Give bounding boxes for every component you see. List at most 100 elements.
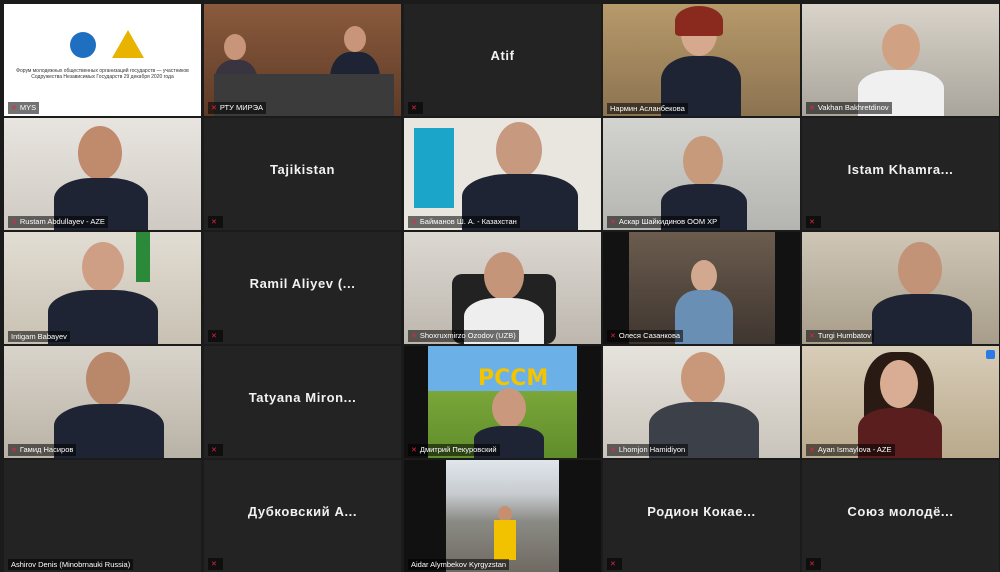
forum-logo (112, 30, 144, 58)
participant-label: ✕ Олеся Сазанкова (607, 330, 684, 342)
participant-tile[interactable]: ✕ Ayan Ismaylova - AZE (802, 346, 999, 458)
mic-muted-icon: ✕ (411, 447, 417, 454)
participant-tile[interactable]: Ramil Aliyev (... ✕ (204, 232, 401, 344)
participant-tile[interactable]: Дубковский А... ✕ (204, 460, 401, 572)
participant-label: ✕ Ayan Ismaylova - AZE (806, 444, 895, 456)
participant-label: Intigam Babayev (8, 331, 70, 342)
participant-label: ✕ Shoxruxmirzo Ozodov (UZB) (408, 330, 519, 342)
participant-tile[interactable]: ✕ Shoxruxmirzo Ozodov (UZB) (404, 232, 601, 344)
participant-label: ✕ Vakhan Bakhretdinov (806, 102, 892, 114)
video-feed (802, 232, 999, 344)
participant-label: ✕ (208, 444, 223, 456)
participant-label: ✕ (607, 558, 622, 570)
participant-name: Istam Khamra... (847, 162, 954, 177)
participant-label: ✕ Байманов Ш. А. - Казахстан (408, 216, 520, 228)
mic-muted-icon: ✕ (411, 219, 417, 226)
participant-tile[interactable]: ✕ Олеся Сазанкова (603, 232, 800, 344)
participant-name: Atif (490, 48, 515, 63)
participant-name: Ramil Aliyev (... (249, 276, 356, 291)
participant-label: ✕ Lhomjon Hamidiyon (607, 444, 689, 456)
mic-muted-icon: ✕ (11, 447, 17, 454)
video-feed (802, 4, 999, 116)
participant-label: ✕ РТУ МИРЭА (208, 102, 267, 114)
participant-tile[interactable]: ✕ Байманов Ш. А. - Казахстан (404, 118, 601, 230)
rssm-logo-text: РССМ (478, 366, 549, 391)
participant-tile[interactable]: Союз молодё... ✕ (802, 460, 999, 572)
video-feed (603, 4, 800, 116)
video-feed: РССМ (404, 346, 601, 458)
mic-muted-icon: ✕ (809, 447, 815, 454)
participant-label: ✕ (208, 330, 223, 342)
mic-muted-icon: ✕ (610, 561, 616, 568)
video-feed (802, 346, 999, 458)
cis-logo (70, 32, 96, 58)
participant-name: Союз молодё... (847, 504, 954, 519)
participant-label: ✕ Turgi Humbatov (806, 330, 874, 342)
video-feed (404, 232, 601, 344)
video-feed (404, 460, 601, 572)
participant-tile[interactable]: Родион Кокае... ✕ (603, 460, 800, 572)
mic-muted-icon: ✕ (411, 105, 417, 112)
participant-label: ✕ Rustam Abdullayev - AZE (8, 216, 108, 228)
participant-label: Aidar Alymbekov Kyrgyzstan (408, 559, 510, 570)
video-feed (603, 118, 800, 230)
participant-tile[interactable]: ✕ Vakhan Bakhretdinov (802, 4, 999, 116)
video-feed (603, 346, 800, 458)
tile-options-button[interactable] (986, 350, 995, 359)
participant-tile[interactable]: Atif ✕ (404, 4, 601, 116)
video-feed (204, 4, 401, 116)
participant-tile[interactable]: ✕ Turgi Humbatov (802, 232, 999, 344)
mic-muted-icon: ✕ (211, 219, 217, 226)
participant-name: Tajikistan (269, 162, 335, 177)
mic-muted-icon: ✕ (211, 105, 217, 112)
participant-label: ✕ Аскар Шайкидинов ООМ ХР (607, 216, 721, 228)
mic-muted-icon: ✕ (11, 105, 17, 112)
participant-tile[interactable]: Tajikistan ✕ (204, 118, 401, 230)
participant-tile-mys[interactable]: Форум молодежных общественных организаци… (4, 4, 201, 116)
mic-muted-icon: ✕ (11, 219, 17, 226)
video-feed (404, 118, 601, 230)
participant-label: Ashirov Denis (Minobrnauki Russia) (8, 559, 134, 570)
video-grid: Форум молодежных общественных организаци… (0, 0, 1000, 572)
participant-label: ✕ (208, 558, 223, 570)
video-feed (4, 232, 201, 344)
mic-muted-icon: ✕ (211, 333, 217, 340)
participant-name: Tatyana Miron... (248, 390, 357, 405)
kazakhstan-flag (414, 128, 454, 208)
participant-label: ✕ Гамид Насиров (8, 444, 77, 456)
video-feed (4, 346, 201, 458)
mic-muted-icon: ✕ (610, 447, 616, 454)
participant-tile[interactable]: Intigam Babayev (4, 232, 201, 344)
mic-muted-icon: ✕ (610, 219, 616, 226)
participant-name: Родион Кокае... (647, 504, 756, 519)
participant-tile[interactable]: ✕ Аскар Шайкидинов ООМ ХР (603, 118, 800, 230)
slide-text: Форум молодежных общественных организаци… (16, 68, 189, 80)
participant-label: ✕ Дмитрий Пекуровский (408, 444, 500, 456)
video-feed (4, 118, 201, 230)
participant-tile[interactable]: ✕ Lhomjon Hamidiyon (603, 346, 800, 458)
participant-tile[interactable]: ✕ Гамид Насиров (4, 346, 201, 458)
participant-label: ✕ (408, 102, 423, 114)
participant-label: Нармин Асланбекова (607, 103, 688, 114)
participant-tile[interactable]: Istam Khamra... ✕ (802, 118, 999, 230)
mic-muted-icon: ✕ (211, 561, 217, 568)
mic-muted-icon: ✕ (809, 333, 815, 340)
participant-tile[interactable]: Нармин Асланбекова (603, 4, 800, 116)
participant-tile[interactable]: РССМ ✕ Дмитрий Пекуровский (404, 346, 601, 458)
participant-name: Дубковский А... (247, 504, 358, 519)
mic-muted-icon: ✕ (610, 333, 616, 340)
participant-tile[interactable]: ✕ РТУ МИРЭА (204, 4, 401, 116)
participant-label: ✕ (208, 216, 223, 228)
video-feed (603, 232, 800, 344)
mic-muted-icon: ✕ (211, 447, 217, 454)
mic-muted-icon: ✕ (809, 105, 815, 112)
mic-muted-icon: ✕ (809, 561, 815, 568)
participant-label: ✕ (806, 558, 821, 570)
participant-label: ✕ MYS (8, 102, 40, 114)
mic-muted-icon: ✕ (809, 219, 815, 226)
participant-tile[interactable]: ✕ Rustam Abdullayev - AZE (4, 118, 201, 230)
participant-label: ✕ (806, 216, 821, 228)
participant-tile[interactable]: Aidar Alymbekov Kyrgyzstan (404, 460, 601, 572)
participant-tile[interactable]: Tatyana Miron... ✕ (204, 346, 401, 458)
participant-tile[interactable]: Ashirov Denis (Minobrnauki Russia) (4, 460, 201, 572)
